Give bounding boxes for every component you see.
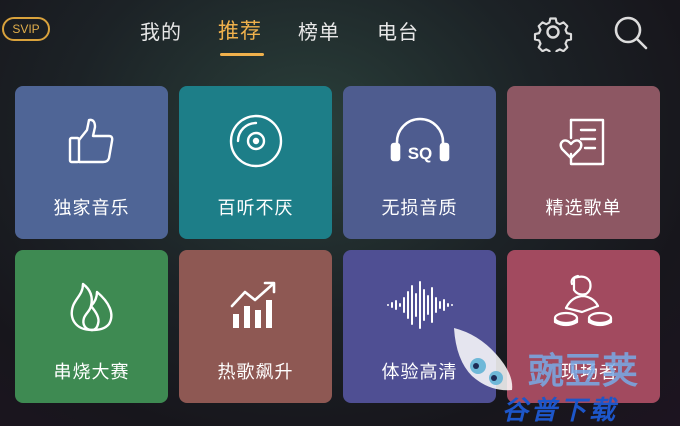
svip-badge[interactable]: SVIP [2, 17, 50, 41]
tab-recommend[interactable]: 推荐 [218, 15, 262, 45]
gear-icon[interactable] [533, 12, 573, 52]
watermark-sub: 谷普下载 [502, 396, 619, 426]
active-tab-indicator [220, 53, 264, 56]
thumbs-up-icon [68, 118, 113, 164]
flame-icon [70, 282, 113, 332]
tile-label: 热歌飙升 [217, 362, 294, 383]
svg-text:SQ: SQ [407, 144, 432, 163]
tile-lossless-quality[interactable]: SQ 无损音质 [343, 86, 496, 239]
vinyl-disc-icon [229, 114, 282, 168]
tab-mine[interactable]: 我的 [140, 16, 182, 45]
tab-charts[interactable]: 榜单 [298, 16, 340, 45]
tile-label: 百听不厌 [217, 198, 294, 219]
dj-icon [553, 274, 612, 327]
tile-exclusive-music[interactable]: 独家音乐 [15, 86, 168, 239]
tile-label: 无损音质 [381, 198, 458, 219]
search-icon[interactable] [610, 12, 650, 52]
audio-wave-icon [386, 281, 453, 329]
sq-headphones-icon: SQ [390, 117, 449, 163]
tile-label: 独家音乐 [53, 198, 130, 219]
tile-medley-contest[interactable]: 串烧大赛 [15, 250, 168, 403]
top-bar: SVIP 我的 推荐 榜单 电台 [0, 0, 680, 62]
tile-label: 串烧大赛 [53, 362, 130, 383]
watermark-brand: 豌豆荚 [528, 351, 640, 392]
tile-hot-rising[interactable]: 热歌飙升 [179, 250, 332, 403]
tile-label: 精选歌单 [545, 198, 622, 219]
heart-playlist-icon [559, 118, 604, 166]
tile-never-tired[interactable]: 百听不厌 [179, 86, 332, 239]
tab-radio[interactable]: 电台 [377, 16, 419, 45]
pea-mascot-watermark-icon [454, 328, 513, 391]
tile-selected-playlists[interactable]: 精选歌单 [507, 86, 660, 239]
rising-chart-icon [230, 281, 275, 328]
